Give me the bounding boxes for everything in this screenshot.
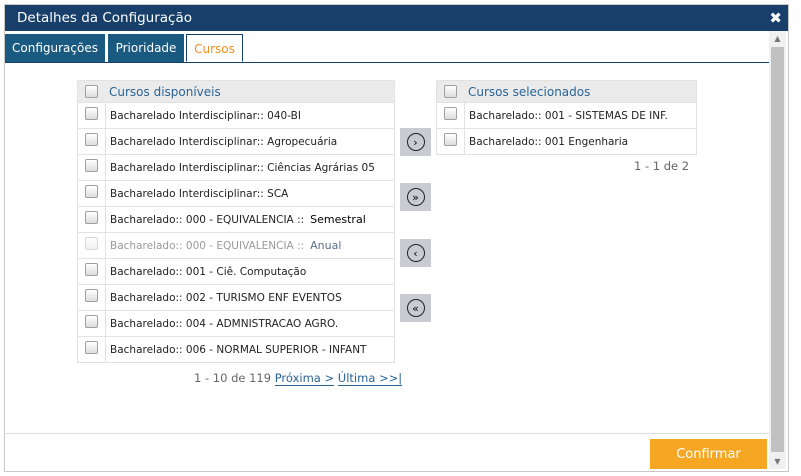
list-item[interactable]: Bacharelado Interdisciplinar:: Agropecuá…	[78, 128, 394, 154]
list-item[interactable]: Bacharelado:: 001 Engenharia	[437, 128, 696, 154]
select-all-selected-checkbox[interactable]	[444, 85, 457, 98]
scroll-down-icon[interactable]: ▼	[769, 457, 786, 466]
list-item[interactable]: Bacharelado:: 000 - EQUIVALENCIA :: Semes…	[78, 206, 394, 232]
course-label: Bacharelado Interdisciplinar:: 040-BI	[110, 109, 301, 122]
next-page-link[interactable]: Próxima >	[274, 371, 335, 386]
available-pager: 1 - 10 de 119 Próxima > Última >>|	[194, 371, 403, 386]
course-label: Bacharelado:: 001 Engenharia	[469, 135, 629, 148]
row-checkbox[interactable]	[444, 133, 457, 146]
remove-all-button[interactable]: «	[400, 294, 431, 322]
course-label: Bacharelado:: 006 - NORMAL SUPERIOR - IN…	[110, 343, 367, 356]
course-period: Semestral	[310, 213, 366, 226]
row-cell: Bacharelado:: 001 - Ciê. Computação	[105, 259, 394, 284]
last-page-link[interactable]: Última >>|	[337, 371, 403, 386]
course-label: Bacharelado:: 004 - ADMNISTRACAO AGRO.	[110, 317, 339, 330]
available-header: Cursos disponíveis	[109, 84, 221, 99]
row-checkbox[interactable]	[85, 133, 98, 146]
course-label: Bacharelado:: 001 - Ciê. Computação	[110, 265, 307, 278]
row-cell: Bacharelado:: 002 - TURISMO ENF EVENTOS	[105, 285, 394, 310]
selected-courses-table: Cursos selecionados Bacharelado:: 001 - …	[436, 80, 697, 155]
course-label: Bacharelado:: 001 - SISTEMAS DE INF.	[469, 109, 668, 122]
available-range: 1 - 10 de 119	[194, 371, 272, 385]
row-cell: Bacharelado:: 000 - EQUIVALENCIA :: Semes…	[105, 207, 394, 232]
row-cell: Bacharelado Interdisciplinar:: Agropecuá…	[105, 129, 394, 154]
course-period: Anual	[310, 239, 342, 252]
row-cell: Bacharelado:: 006 - NORMAL SUPERIOR - IN…	[105, 337, 394, 362]
course-label: Bacharelado:: 000 - EQUIVALENCIA ::	[110, 213, 305, 226]
double-chevron-left-icon: «	[406, 299, 425, 317]
list-item[interactable]: Bacharelado:: 002 - TURISMO ENF EVENTOS	[78, 284, 394, 310]
double-chevron-right-icon: »	[406, 188, 425, 206]
chevron-right-icon: ›	[406, 133, 425, 151]
select-all-available-checkbox[interactable]	[85, 85, 98, 98]
list-item[interactable]: Bacharelado Interdisciplinar:: Ciências …	[78, 154, 394, 180]
row-checkbox[interactable]	[85, 107, 98, 120]
list-item[interactable]: Bacharelado Interdisciplinar:: 040-BI	[78, 102, 394, 128]
course-label: Bacharelado Interdisciplinar:: Agropecuá…	[110, 135, 338, 148]
row-cell: Bacharelado:: 001 Engenharia	[464, 129, 696, 154]
row-checkbox[interactable]	[85, 237, 98, 250]
row-checkbox[interactable]	[85, 289, 98, 302]
row-cell: Bacharelado:: 004 - ADMNISTRACAO AGRO.	[105, 311, 394, 336]
close-icon[interactable]: ✖	[769, 5, 782, 31]
remove-button[interactable]: ‹	[400, 239, 431, 267]
course-label: Bacharelado:: 002 - TURISMO ENF EVENTOS	[110, 291, 342, 304]
chevron-left-icon: ‹	[406, 244, 425, 262]
add-button[interactable]: ›	[400, 128, 431, 156]
row-cell: Bacharelado:: 000 - EQUIVALENCIA :: Anual	[105, 233, 394, 258]
dialog-title: Detalhes da Configuração	[17, 10, 192, 26]
tab-configuracoes[interactable]: Configurações	[5, 34, 105, 62]
row-checkbox[interactable]	[85, 211, 98, 224]
tab-cursos[interactable]: Cursos	[186, 34, 243, 62]
tab-bar: Configurações Prioridade Cursos	[5, 34, 772, 63]
scrollbar[interactable]: ▲ ▼	[769, 31, 786, 469]
row-cell: Bacharelado Interdisciplinar:: Ciências …	[105, 155, 394, 180]
list-item[interactable]: Bacharelado:: 006 - NORMAL SUPERIOR - IN…	[78, 336, 394, 362]
row-checkbox[interactable]	[85, 341, 98, 354]
list-item[interactable]: Bacharelado:: 001 - Ciê. Computação	[78, 258, 394, 284]
tab-prioridade[interactable]: Prioridade	[108, 34, 184, 62]
row-checkbox[interactable]	[85, 263, 98, 276]
confirm-button[interactable]: Confirmar	[650, 439, 767, 469]
dialog-header: Detalhes da Configuração ✖	[5, 5, 788, 31]
add-all-button[interactable]: »	[400, 183, 431, 211]
row-checkbox[interactable]	[444, 107, 457, 120]
row-checkbox[interactable]	[85, 315, 98, 328]
row-checkbox[interactable]	[85, 159, 98, 172]
selected-pager: 1 - 1 de 2	[634, 159, 690, 173]
selected-header: Cursos selecionados	[468, 84, 591, 99]
scrollbar-thumb[interactable]	[771, 47, 784, 452]
row-cell: Bacharelado Interdisciplinar:: SCA	[105, 181, 394, 206]
scroll-up-icon[interactable]: ▲	[769, 34, 786, 43]
available-courses-table: Cursos disponíveis Bacharelado Interdisc…	[77, 80, 395, 363]
row-checkbox[interactable]	[85, 185, 98, 198]
course-label: Bacharelado Interdisciplinar:: SCA	[110, 187, 289, 200]
row-cell: Bacharelado:: 001 - SISTEMAS DE INF.	[464, 103, 696, 128]
list-item[interactable]: Bacharelado:: 000 - EQUIVALENCIA :: Anual	[78, 232, 394, 258]
footer-divider	[5, 433, 769, 434]
list-item[interactable]: Bacharelado:: 004 - ADMNISTRACAO AGRO.	[78, 310, 394, 336]
course-label: Bacharelado:: 000 - EQUIVALENCIA ::	[110, 239, 305, 252]
list-item[interactable]: Bacharelado Interdisciplinar:: SCA	[78, 180, 394, 206]
config-dialog: Detalhes da Configuração ✖ Configurações…	[4, 4, 789, 472]
list-item[interactable]: Bacharelado:: 001 - SISTEMAS DE INF.	[437, 102, 696, 128]
course-label: Bacharelado Interdisciplinar:: Ciências …	[110, 161, 375, 174]
row-cell: Bacharelado Interdisciplinar:: 040-BI	[105, 103, 394, 128]
